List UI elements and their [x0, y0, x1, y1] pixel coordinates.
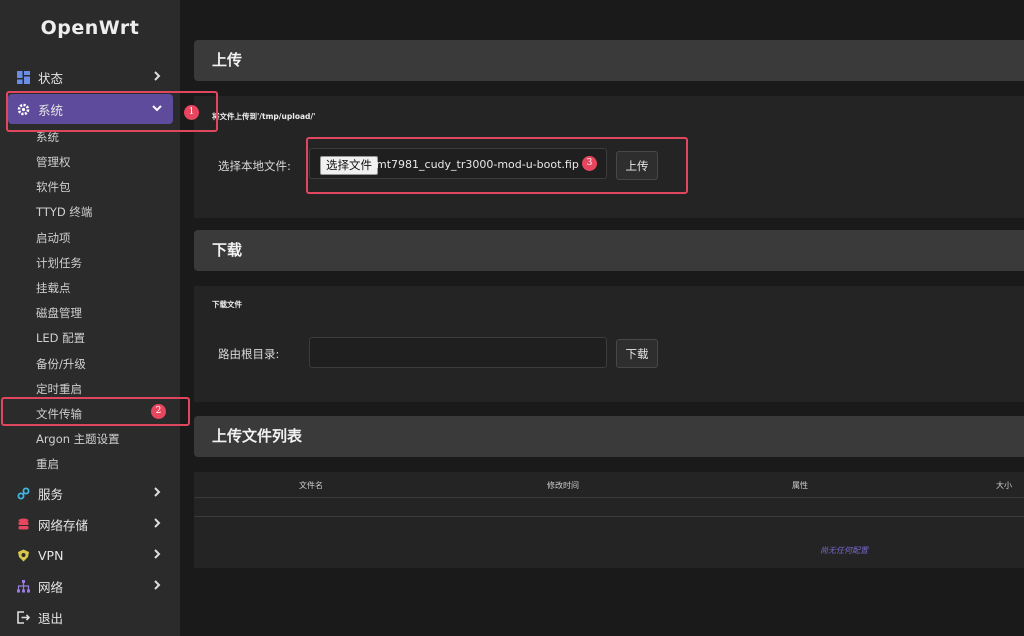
annotation-highlight-file-input — [306, 137, 688, 194]
database-icon — [16, 517, 30, 531]
download-button[interactable]: 下载 — [616, 339, 658, 368]
submenu-led[interactable]: LED 配置 — [36, 328, 85, 348]
submenu-reboot[interactable]: 重启 — [36, 454, 59, 474]
menu-label: 网络 — [38, 579, 64, 595]
upload-section-title: 将文件上传到'/tmp/upload/' — [212, 112, 316, 121]
empty-table-message: 尚无任何配置 — [820, 546, 868, 555]
submenu-backup[interactable]: 备份/升级 — [36, 354, 86, 374]
menu-label: 网络存储 — [38, 517, 89, 533]
column-attributes: 属性 — [792, 481, 808, 490]
menu-logout[interactable]: 退出 — [8, 602, 173, 632]
menu-label: 状态 — [38, 70, 64, 86]
sitemap-icon — [16, 579, 30, 593]
submenu-startup[interactable]: 启动项 — [36, 228, 71, 248]
shield-icon — [16, 548, 30, 562]
menu-services[interactable]: 服务 — [8, 478, 173, 508]
submenu-disk[interactable]: 磁盘管理 — [36, 303, 82, 323]
submenu-crontab[interactable]: 计划任务 — [36, 253, 82, 273]
submenu-reboot-timer[interactable]: 定时重启 — [36, 379, 82, 399]
chevron-right-icon — [154, 549, 161, 559]
annotation-badge-2: 2 — [151, 404, 166, 419]
annotation-badge-3: 3 — [582, 156, 597, 171]
menu-network[interactable]: 网络 — [8, 571, 173, 601]
chevron-right-icon — [154, 71, 161, 81]
main-content: 上传 将文件上传到'/tmp/upload/' 选择本地文件: 选择文件 mt7… — [180, 0, 1024, 636]
menu-storage[interactable]: 网络存储 — [8, 509, 173, 539]
logout-icon — [16, 610, 30, 624]
menu-label: 服务 — [38, 486, 64, 502]
menu-status[interactable]: 状态 — [8, 62, 173, 92]
submenu-admin[interactable]: 管理权 — [36, 152, 71, 172]
download-panel-title: 下载 — [194, 230, 1024, 271]
annotation-badge-1: 1 — [184, 105, 199, 120]
chevron-right-icon — [154, 518, 161, 528]
download-path-input[interactable] — [309, 337, 607, 368]
chevron-right-icon — [154, 487, 161, 497]
menu-label: 退出 — [38, 610, 64, 626]
column-size: 大小 — [996, 481, 1012, 490]
chevron-right-icon — [154, 580, 161, 590]
submenu-packages[interactable]: 软件包 — [36, 177, 71, 197]
dashboard-icon — [16, 70, 30, 84]
submenu-ttyd[interactable]: TTYD 终端 — [36, 202, 92, 222]
submenu-argon[interactable]: Argon 主题设置 — [36, 429, 120, 449]
menu-vpn[interactable]: VPN — [8, 540, 173, 570]
column-modified: 修改时间 — [547, 481, 579, 490]
submenu-mounts[interactable]: 挂载点 — [36, 278, 71, 298]
menu-label: VPN — [38, 547, 64, 563]
brand-logo[interactable]: OpenWrt — [0, 0, 180, 56]
download-path-label: 路由根目录: — [218, 347, 280, 361]
link-icon — [16, 486, 30, 500]
column-filename: 文件名 — [299, 481, 323, 490]
filelist-panel-title: 上传文件列表 — [194, 416, 1024, 457]
download-panel: 下载文件 路由根目录: 下载 — [194, 286, 1024, 402]
upload-panel-title: 上传 — [194, 40, 1024, 81]
upload-file-label: 选择本地文件: — [218, 159, 291, 173]
download-section-title: 下载文件 — [212, 300, 242, 309]
table-divider — [194, 497, 1024, 498]
table-divider — [194, 516, 1024, 517]
